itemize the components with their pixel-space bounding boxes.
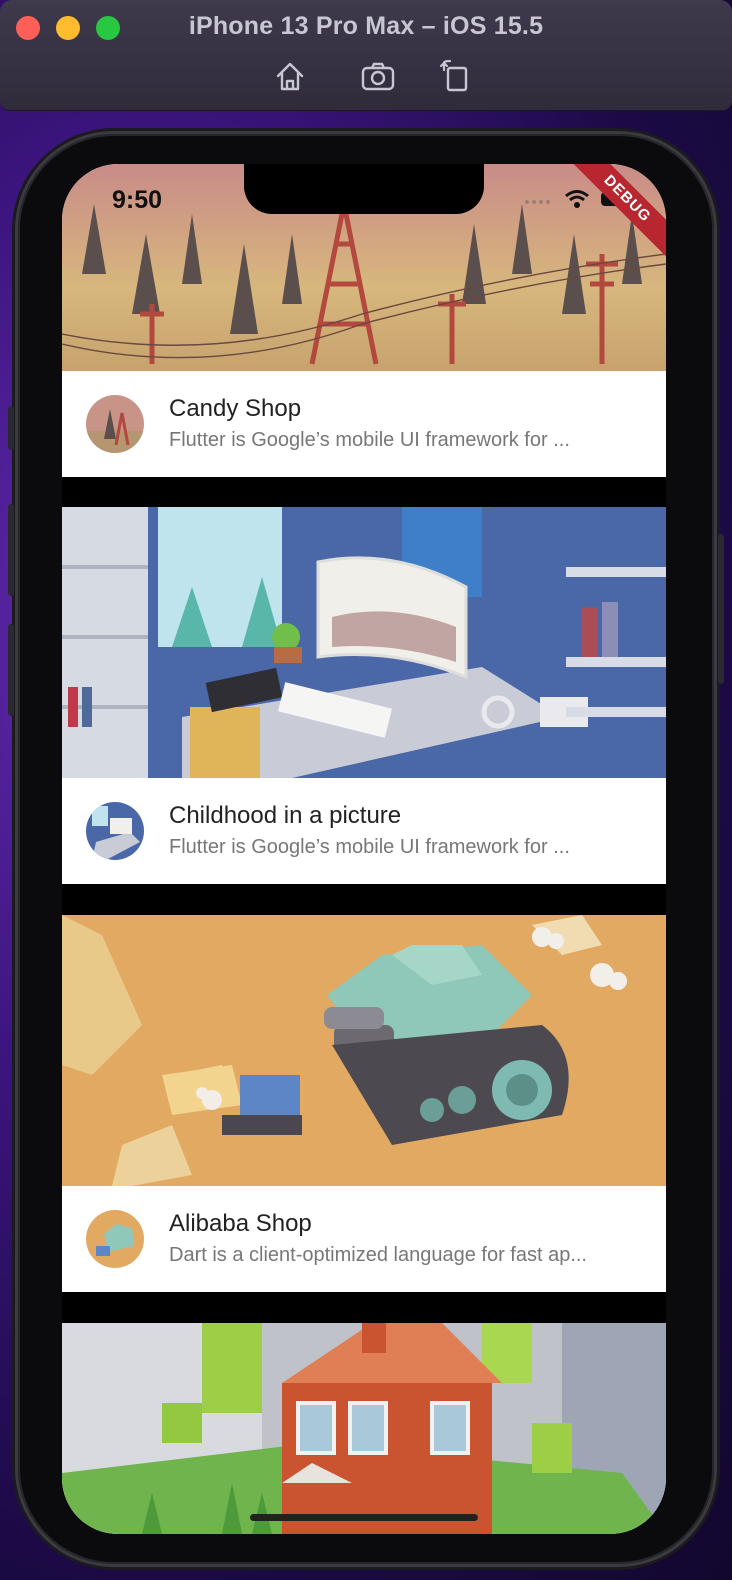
avatar [86, 802, 144, 860]
card-title: Alibaba Shop [169, 1210, 312, 1237]
card-image [62, 1323, 666, 1534]
volume-down-button [8, 624, 14, 716]
wifi-icon [565, 190, 589, 208]
power-button [718, 534, 724, 684]
card-subtitle: Flutter is Google’s mobile UI framework … [169, 836, 570, 858]
notch [244, 164, 484, 214]
list-item[interactable] [62, 1323, 666, 1534]
card-image [62, 915, 666, 1186]
card-subtitle: Flutter is Google’s mobile UI framework … [169, 429, 570, 451]
home-icon[interactable] [272, 58, 308, 94]
card-info: Childhood in a picture Flutter is Google… [62, 778, 666, 884]
rotate-icon[interactable] [438, 58, 474, 94]
card-title: Candy Shop [169, 395, 302, 422]
screenshot-icon[interactable] [360, 58, 396, 94]
signal-icon [525, 200, 550, 204]
home-indicator[interactable] [250, 1514, 478, 1521]
status-time: 9:50 [112, 186, 163, 214]
card-info: Alibaba Shop Dart is a client-optimized … [62, 1186, 666, 1292]
avatar [86, 395, 144, 453]
window-title: iPhone 13 Pro Max – iOS 15.5 [188, 12, 544, 40]
card-info: Candy Shop Flutter is Google’s mobile UI… [62, 371, 666, 477]
app-screen: 9:50 DEBUG Candy Shop Flutter is Google’… [62, 164, 666, 1534]
iphone-frame: 9:50 DEBUG Candy Shop Flutter is Google’… [8, 134, 724, 1564]
list-item[interactable]: Childhood in a picture Flutter is Google… [62, 507, 666, 884]
simulator-title-bar: iPhone 13 Pro Max – iOS 15.5 [0, 0, 732, 111]
list-item[interactable]: Alibaba Shop Dart is a client-optimized … [62, 915, 666, 1292]
card-subtitle: Dart is a client-optimized language for … [169, 1244, 587, 1266]
card-image [62, 507, 666, 778]
mute-switch [8, 406, 14, 450]
volume-up-button [8, 504, 14, 596]
avatar [86, 1210, 144, 1268]
card-title: Childhood in a picture [169, 802, 402, 829]
